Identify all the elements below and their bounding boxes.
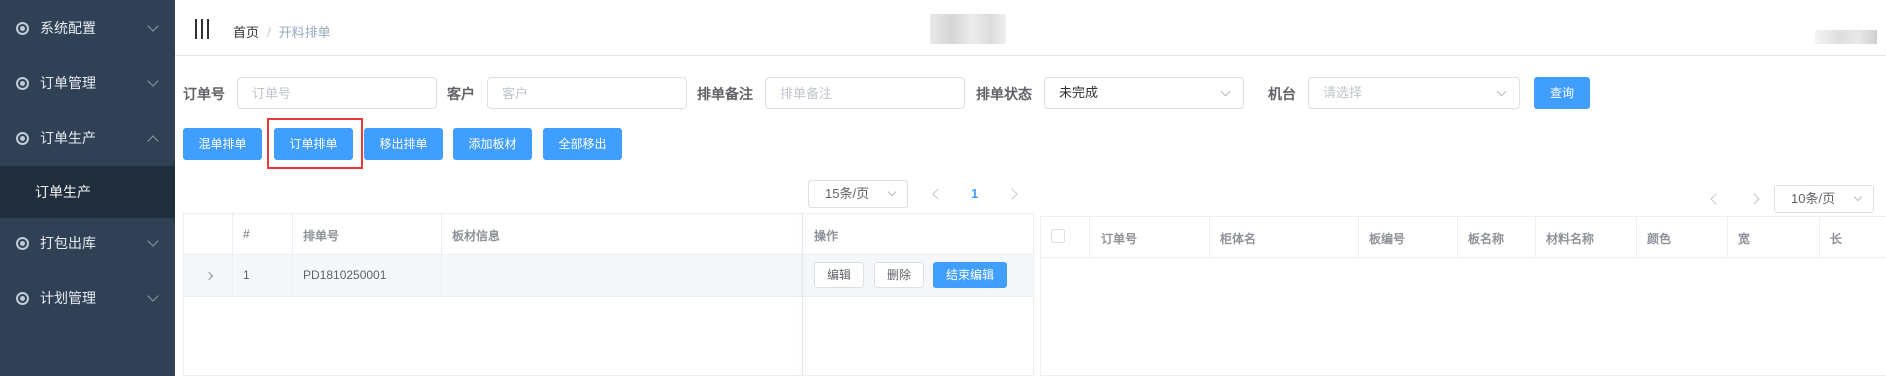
column-header-board-no: 板编号 (1369, 232, 1406, 246)
schedule-table: # 排单号 板材信息 操作 1 PD1810250001 编辑 删除 结束编辑 (183, 213, 1034, 376)
mix-schedule-button[interactable]: 混单排单 (183, 128, 262, 160)
gear-icon (16, 291, 29, 305)
row-schedule-no: PD1810250001 (303, 268, 387, 282)
breadcrumb-separator: / (267, 25, 271, 40)
sidebar-item-system-config[interactable]: 系统配置 (0, 0, 175, 56)
remark-label: 排单备注 (697, 86, 753, 102)
column-header-color: 颜色 (1647, 232, 1672, 246)
column-header-actions: 操作 (814, 229, 839, 243)
sidebar-subitem-label: 订单生产 (35, 184, 91, 200)
machine-select-placeholder: 请选择 (1323, 85, 1363, 100)
sidebar-item-label: 打包出库 (40, 235, 96, 251)
blurred-user-info[interactable] (1815, 30, 1877, 44)
finish-edit-button[interactable]: 结束编辑 (933, 262, 1007, 288)
right-next-page-icon[interactable] (1748, 193, 1760, 205)
chevron-down-icon (147, 235, 159, 247)
remark-input[interactable] (765, 77, 965, 109)
chevron-up-icon (147, 135, 159, 147)
sidebar: 系统配置 订单管理 订单生产 订单生产 打包出库 计划管理 (0, 0, 175, 376)
blurred-region (930, 14, 1006, 44)
breadcrumb: 首页 / 开料排单 (233, 22, 331, 41)
row-index: 1 (243, 268, 250, 282)
status-select[interactable]: 未完成 (1044, 77, 1244, 109)
column-header-length: 长 (1830, 232, 1843, 246)
app-root: 系统配置 订单管理 订单生产 订单生产 打包出库 计划管理 首页 / 开料排单 … (0, 0, 1886, 376)
highlight-annotation-box (267, 118, 363, 169)
customer-label: 客户 (447, 86, 475, 102)
navbar: 首页 / 开料排单 (175, 0, 1886, 56)
gear-icon (16, 131, 29, 145)
sidebar-item-label: 计划管理 (40, 290, 96, 306)
gear-icon (16, 236, 29, 250)
remove-all-button[interactable]: 全部移出 (543, 128, 622, 160)
chevron-down-icon (147, 20, 159, 32)
gear-icon (16, 21, 29, 35)
right-page-size-select[interactable]: 10条/页 (1774, 185, 1874, 213)
remove-schedule-button[interactable]: 移出排单 (364, 128, 443, 160)
column-header-order-no: 订单号 (1101, 232, 1138, 246)
sidebar-item-label: 订单生产 (40, 130, 96, 146)
chevron-down-icon (1496, 86, 1507, 97)
left-page-size-select[interactable]: 15条/页 (808, 180, 908, 208)
breadcrumb-current: 开料排单 (278, 25, 331, 40)
column-header-material-name: 材料名称 (1546, 232, 1595, 246)
chevron-down-icon (147, 290, 159, 302)
chevron-down-icon (887, 187, 897, 197)
customer-input[interactable] (487, 77, 687, 109)
column-header-board-name: 板名称 (1468, 232, 1505, 246)
status-select-value: 未完成 (1059, 85, 1099, 100)
column-header-width: 宽 (1738, 232, 1751, 246)
column-header-cabinet-name: 柜体名 (1220, 232, 1257, 246)
column-header-schedule-no: 排单号 (303, 229, 340, 243)
add-board-button[interactable]: 添加板材 (453, 128, 532, 160)
column-header-board-info: 板材信息 (452, 229, 501, 243)
left-page-size-value: 15条/页 (825, 186, 870, 201)
sidebar-item-label: 订单管理 (40, 75, 96, 91)
right-page-size-value: 10条/页 (1791, 191, 1836, 206)
sidebar-item-plan-management[interactable]: 计划管理 (0, 270, 175, 326)
query-button[interactable]: 查询 (1534, 77, 1590, 109)
left-next-page-icon[interactable] (1006, 188, 1018, 200)
order-no-input[interactable] (237, 77, 437, 109)
left-prev-page-icon[interactable] (932, 188, 944, 200)
gear-icon (16, 76, 29, 90)
column-header-index: # (243, 227, 250, 241)
hamburger-icon[interactable] (195, 19, 211, 39)
chevron-down-icon (1853, 192, 1863, 202)
order-no-label: 订单号 (183, 86, 225, 102)
select-all-checkbox[interactable] (1051, 229, 1065, 243)
right-prev-page-icon[interactable] (1710, 193, 1722, 205)
sidebar-item-order-management[interactable]: 订单管理 (0, 55, 175, 111)
chevron-down-icon (1220, 86, 1231, 97)
sidebar-item-packing-outbound[interactable]: 打包出库 (0, 215, 175, 271)
left-current-page[interactable]: 1 (971, 186, 978, 201)
breadcrumb-home[interactable]: 首页 (233, 25, 259, 40)
sidebar-item-label: 系统配置 (40, 20, 96, 36)
machine-label: 机台 (1268, 86, 1296, 102)
delete-button[interactable]: 删除 (874, 262, 924, 288)
order-detail-table: 订单号 柜体名 板编号 板名称 材料名称 颜色 宽 长 (1040, 216, 1886, 376)
edit-button[interactable]: 编辑 (814, 262, 864, 288)
machine-select[interactable]: 请选择 (1308, 77, 1520, 109)
chevron-down-icon (147, 75, 159, 87)
sidebar-subitem-order-production[interactable]: 订单生产 (0, 166, 175, 218)
sidebar-item-order-production[interactable]: 订单生产 (0, 110, 175, 166)
status-label: 排单状态 (976, 86, 1032, 102)
